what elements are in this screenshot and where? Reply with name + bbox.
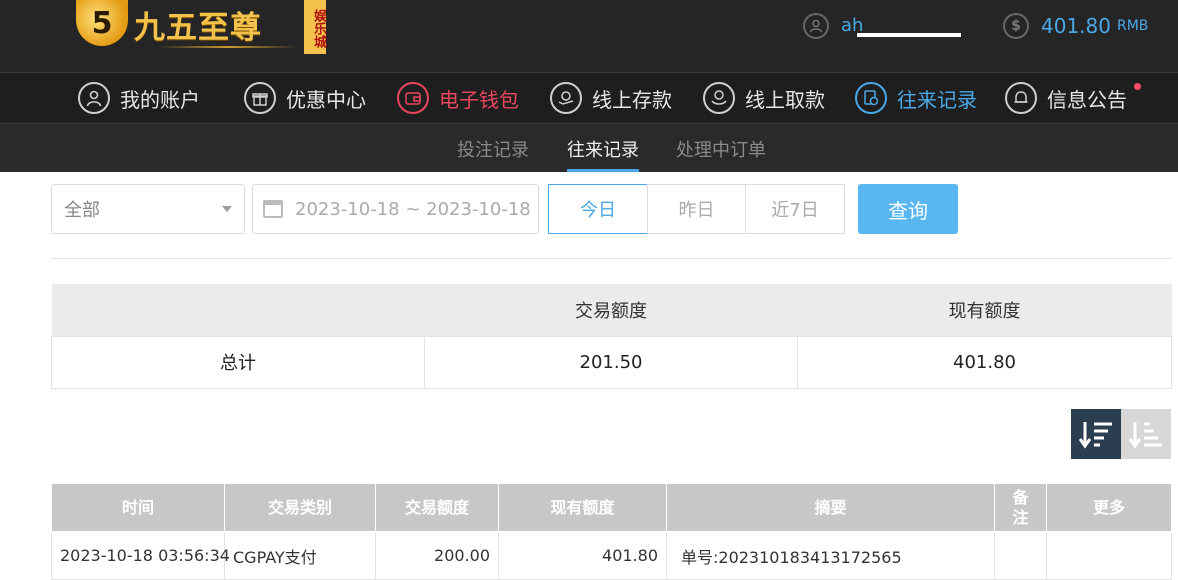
nav-label: 电子钱包 (439, 87, 519, 112)
nav-promotions[interactable]: 优惠中心 (244, 81, 366, 115)
header-amount: 交易额度 (375, 483, 499, 532)
sub-nav: 投注记录 往来记录 处理中订单 (0, 124, 1178, 172)
summary-table: 交易额度 现有额度 总计 201.50 401.80 (51, 284, 1172, 389)
user-info[interactable]: ah (803, 12, 961, 40)
header-type: 交易类别 (224, 483, 376, 532)
summary-row: 总计 201.50 401.80 (51, 335, 1172, 389)
user-icon (803, 13, 829, 39)
cell-time: 2023-10-18 03:56:34 (51, 531, 230, 580)
username: ah (841, 15, 961, 37)
summary-amount: 201.50 (424, 335, 798, 389)
bell-icon (1005, 82, 1037, 114)
nav-online-deposit[interactable]: 线上存款 (550, 81, 672, 115)
header-time: 时间 (51, 483, 225, 532)
withdraw-icon (703, 82, 735, 114)
logo-emblem-icon: 5 (76, 0, 128, 46)
type-select[interactable]: 全部 (51, 184, 245, 234)
header-more: 更多 (1046, 483, 1172, 532)
last-7-days-button[interactable]: 近7日 (745, 184, 845, 234)
balance-currency: RMB (1116, 18, 1149, 34)
records-icon (855, 82, 887, 114)
cell-amount: 200.00 (375, 531, 499, 580)
sort-descending-button[interactable] (1071, 409, 1121, 459)
cell-more[interactable] (1046, 531, 1172, 580)
nav-label: 优惠中心 (286, 87, 366, 112)
nav-online-withdraw[interactable]: 线上取款 (703, 81, 825, 115)
dollar-icon: $ (1003, 13, 1029, 39)
table-row[interactable]: 2023-10-18 03:56:34 CGPAY支付 200.00 401.8… (51, 531, 1172, 580)
yesterday-button[interactable]: 昨日 (647, 184, 746, 234)
header-balance: 现有额度 (498, 483, 667, 532)
tab-pending-orders[interactable]: 处理中订单 (676, 136, 766, 172)
nav-label: 往来记录 (897, 87, 977, 112)
deposit-icon (550, 82, 582, 114)
summary-header-balance: 现有额度 (797, 284, 1172, 336)
nav-announcements[interactable]: 信息公告 (1005, 81, 1141, 115)
summary-header-blank (51, 284, 425, 336)
today-button[interactable]: 今日 (548, 184, 648, 234)
divider (51, 258, 1171, 259)
logo-subtitle: 娱乐城 (304, 0, 326, 54)
date-range-input[interactable]: 2023-10-18 ~ 2023-10-18 (252, 184, 539, 234)
header-summary: 摘要 (666, 483, 995, 532)
user-icon (78, 82, 110, 114)
summary-balance: 401.80 (797, 335, 1172, 389)
cell-balance: 401.80 (498, 531, 667, 580)
nav-transaction-records[interactable]: 往来记录 (855, 81, 977, 115)
logo-ornament (158, 46, 298, 48)
balance-amount: 401.80 (1041, 14, 1111, 38)
notification-dot (1134, 83, 1141, 90)
tab-bet-records[interactable]: 投注记录 (457, 136, 529, 172)
nav-e-wallet[interactable]: 电子钱包 (397, 81, 519, 115)
type-select-value: 全部 (64, 200, 100, 221)
brand-logo[interactable]: 5 九五至尊 娱乐城 (74, 0, 330, 58)
records-header-row: 时间 交易类别 交易额度 现有额度 摘要 备注 更多 (51, 483, 1172, 532)
tab-transaction-records[interactable]: 往来记录 (567, 136, 639, 172)
calendar-icon (263, 200, 283, 218)
nav-label: 信息公告 (1047, 87, 1127, 112)
cell-type: CGPAY支付 (224, 531, 376, 580)
balance-info: $ 401.80 RMB (1003, 12, 1148, 40)
cell-summary: 单号:202310183413172565 (666, 531, 995, 580)
top-header: 5 九五至尊 娱乐城 ah $ 401.80 RMB (0, 0, 1178, 72)
nav-label: 我的账户 (120, 87, 200, 112)
wallet-icon (397, 82, 429, 114)
records-table: 时间 交易类别 交易额度 现有额度 摘要 备注 更多 2023-10-18 03… (51, 483, 1172, 580)
sort-ascending-button[interactable] (1121, 409, 1171, 459)
gift-icon (244, 82, 276, 114)
nav-my-account[interactable]: 我的账户 (78, 81, 200, 115)
nav-label: 线上存款 (592, 87, 672, 112)
logo-text: 九五至尊 (134, 10, 262, 46)
date-range-value: 2023-10-18 ~ 2023-10-18 (295, 198, 531, 220)
query-button[interactable]: 查询 (858, 184, 958, 234)
summary-header-row: 交易额度 现有额度 (51, 284, 1172, 336)
username-redaction (857, 33, 961, 37)
main-nav: 我的账户 优惠中心 电子钱包 线上存款 线上取款 往来记录 信息公告 (0, 72, 1178, 124)
summary-label: 总计 (51, 335, 425, 389)
summary-header-amount: 交易额度 (424, 284, 798, 336)
sort-ascending-icon (1129, 422, 1162, 449)
sort-descending-icon (1079, 422, 1112, 449)
nav-label: 线上取款 (745, 87, 825, 112)
chevron-down-icon (222, 206, 232, 212)
header-note: 备注 (994, 483, 1047, 532)
cell-note (994, 531, 1047, 580)
